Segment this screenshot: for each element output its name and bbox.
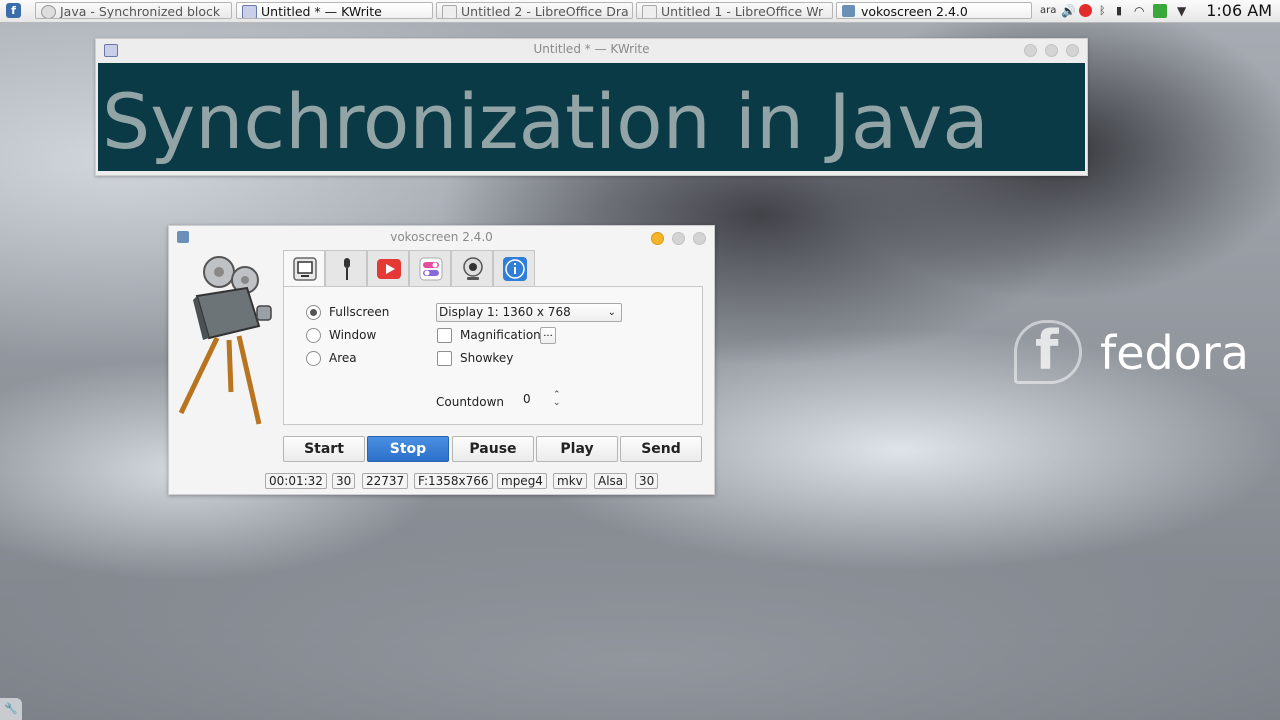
toggle-settings-icon (419, 257, 443, 281)
fedora-infinity-icon: f (1014, 319, 1082, 384)
area-label: Area (329, 351, 357, 365)
keyboard-layout-indicator[interactable]: ara (1040, 0, 1056, 22)
video-play-icon (377, 259, 401, 279)
document-text: Synchronization in Java (102, 77, 989, 166)
task-kwrite[interactable]: Untitled * — KWrite (236, 2, 433, 19)
close-button[interactable] (1066, 44, 1079, 57)
status-fps: 30 (332, 473, 356, 489)
countdown-spinbox[interactable]: 0 (523, 392, 531, 406)
screen-icon (293, 257, 317, 281)
status-format: mkv (553, 473, 587, 489)
window-radio[interactable] (306, 328, 321, 343)
task-libreoffice-draw[interactable]: Untitled 2 - LibreOffice Dra (436, 2, 633, 19)
webcam-icon (463, 257, 483, 280)
tab-settings[interactable] (409, 250, 451, 286)
send-button[interactable]: Send (620, 436, 702, 462)
start-button[interactable]: Start (283, 436, 365, 462)
status-frame-size: F:1358x766 (414, 473, 493, 489)
vokoscreen-titlebar[interactable]: vokoscreen 2.4.0 (169, 226, 714, 248)
vokoscreen-window: vokoscreen 2.4.0 Fullscreen Window Area … (168, 225, 715, 495)
area-radio[interactable] (306, 351, 321, 366)
display-select-value: Display 1: 1360 x 768 (439, 305, 571, 319)
display-select[interactable]: Display 1: 1360 x 768 ⌄ (436, 303, 622, 322)
browser-icon (41, 5, 56, 18)
bluetooth-icon[interactable]: ᛒ (1099, 0, 1106, 22)
status-codec: mpeg4 (497, 473, 547, 489)
window-title: Untitled * — KWrite (533, 42, 650, 56)
status-audio-system: Alsa (594, 473, 628, 489)
task-label: Java - Synchronized block (60, 4, 221, 19)
microphone-icon (344, 258, 350, 280)
kwrite-titlebar[interactable]: Untitled * — KWrite (96, 39, 1087, 61)
task-java-browser[interactable]: Java - Synchronized block (35, 2, 232, 19)
minimize-button[interactable] (1024, 44, 1038, 57)
window-label: Window (329, 328, 377, 342)
fullscreen-radio[interactable] (306, 305, 321, 320)
writer-icon (642, 5, 657, 18)
clock[interactable]: 1:06 AM (1206, 0, 1272, 22)
tab-audio[interactable] (325, 250, 367, 286)
fedora-wordmark: fedora (1100, 326, 1249, 380)
chevron-down-icon[interactable]: ▼ (1177, 0, 1186, 22)
chevron-down-icon: ⌄ (607, 307, 616, 318)
draw-icon (442, 5, 457, 18)
tab-about[interactable] (493, 250, 535, 286)
volume-icon[interactable]: 🔊 (1061, 0, 1076, 22)
task-label: Untitled * — KWrite (261, 4, 382, 19)
minimize-button[interactable] (651, 232, 665, 245)
kwrite-app-icon (104, 44, 118, 57)
maximize-button[interactable] (1045, 44, 1059, 57)
showkey-label: Showkey (460, 351, 514, 365)
showkey-checkbox[interactable] (437, 351, 452, 366)
security-shield-icon[interactable] (1153, 4, 1167, 18)
movie-camera-icon (178, 256, 272, 425)
tab-webcam[interactable] (451, 250, 493, 286)
battery-icon[interactable]: ▮ (1116, 0, 1122, 22)
window-title: vokoscreen 2.4.0 (390, 230, 493, 244)
status-elapsed-time: 00:01:32 (265, 473, 327, 489)
status-audio-frames: 30 (635, 473, 659, 489)
task-libreoffice-writer[interactable]: Untitled 1 - LibreOffice Wr (636, 2, 833, 19)
magnification-checkbox[interactable] (437, 328, 452, 343)
pause-button[interactable]: Pause (452, 436, 534, 462)
maximize-button[interactable] (672, 232, 686, 245)
play-button[interactable]: Play (536, 436, 618, 462)
task-label: Untitled 2 - LibreOffice Dra (461, 4, 629, 19)
status-file-size: 22737 (362, 473, 409, 489)
magnification-options-button[interactable]: ... (540, 327, 556, 344)
task-vokoscreen[interactable]: vokoscreen 2.4.0 (836, 2, 1032, 19)
wifi-icon[interactable]: ◠ (1134, 0, 1144, 22)
tab-screen[interactable] (283, 250, 325, 287)
countdown-label: Countdown (436, 395, 505, 409)
wrench-icon[interactable]: 🔧 (0, 698, 22, 720)
task-label: vokoscreen 2.4.0 (861, 4, 968, 19)
camera-icon (842, 5, 855, 17)
kwrite-window: Untitled * — KWrite Synchronization in J… (95, 38, 1088, 176)
editor-area[interactable]: Synchronization in Java (98, 63, 1085, 171)
close-button[interactable] (693, 232, 706, 245)
text-editor-icon (242, 5, 257, 18)
tab-video[interactable] (367, 250, 409, 286)
screen-settings-pane: Fullscreen Window Area Display 1: 1360 x… (283, 286, 703, 425)
stop-button[interactable]: Stop (367, 436, 449, 462)
info-icon (503, 257, 527, 281)
task-label: Untitled 1 - LibreOffice Wr (661, 4, 824, 19)
top-panel: f Java - Synchronized block Untitled * —… (0, 0, 1280, 23)
vokoscreen-app-icon (177, 231, 189, 243)
record-indicator-icon[interactable] (1079, 4, 1092, 17)
fullscreen-label: Fullscreen (329, 305, 390, 319)
spin-arrows-icon[interactable]: ⌃ ⌄ (553, 391, 561, 408)
magnification-label: Magnification (460, 328, 541, 342)
fedora-launcher-icon[interactable]: f (6, 3, 21, 18)
